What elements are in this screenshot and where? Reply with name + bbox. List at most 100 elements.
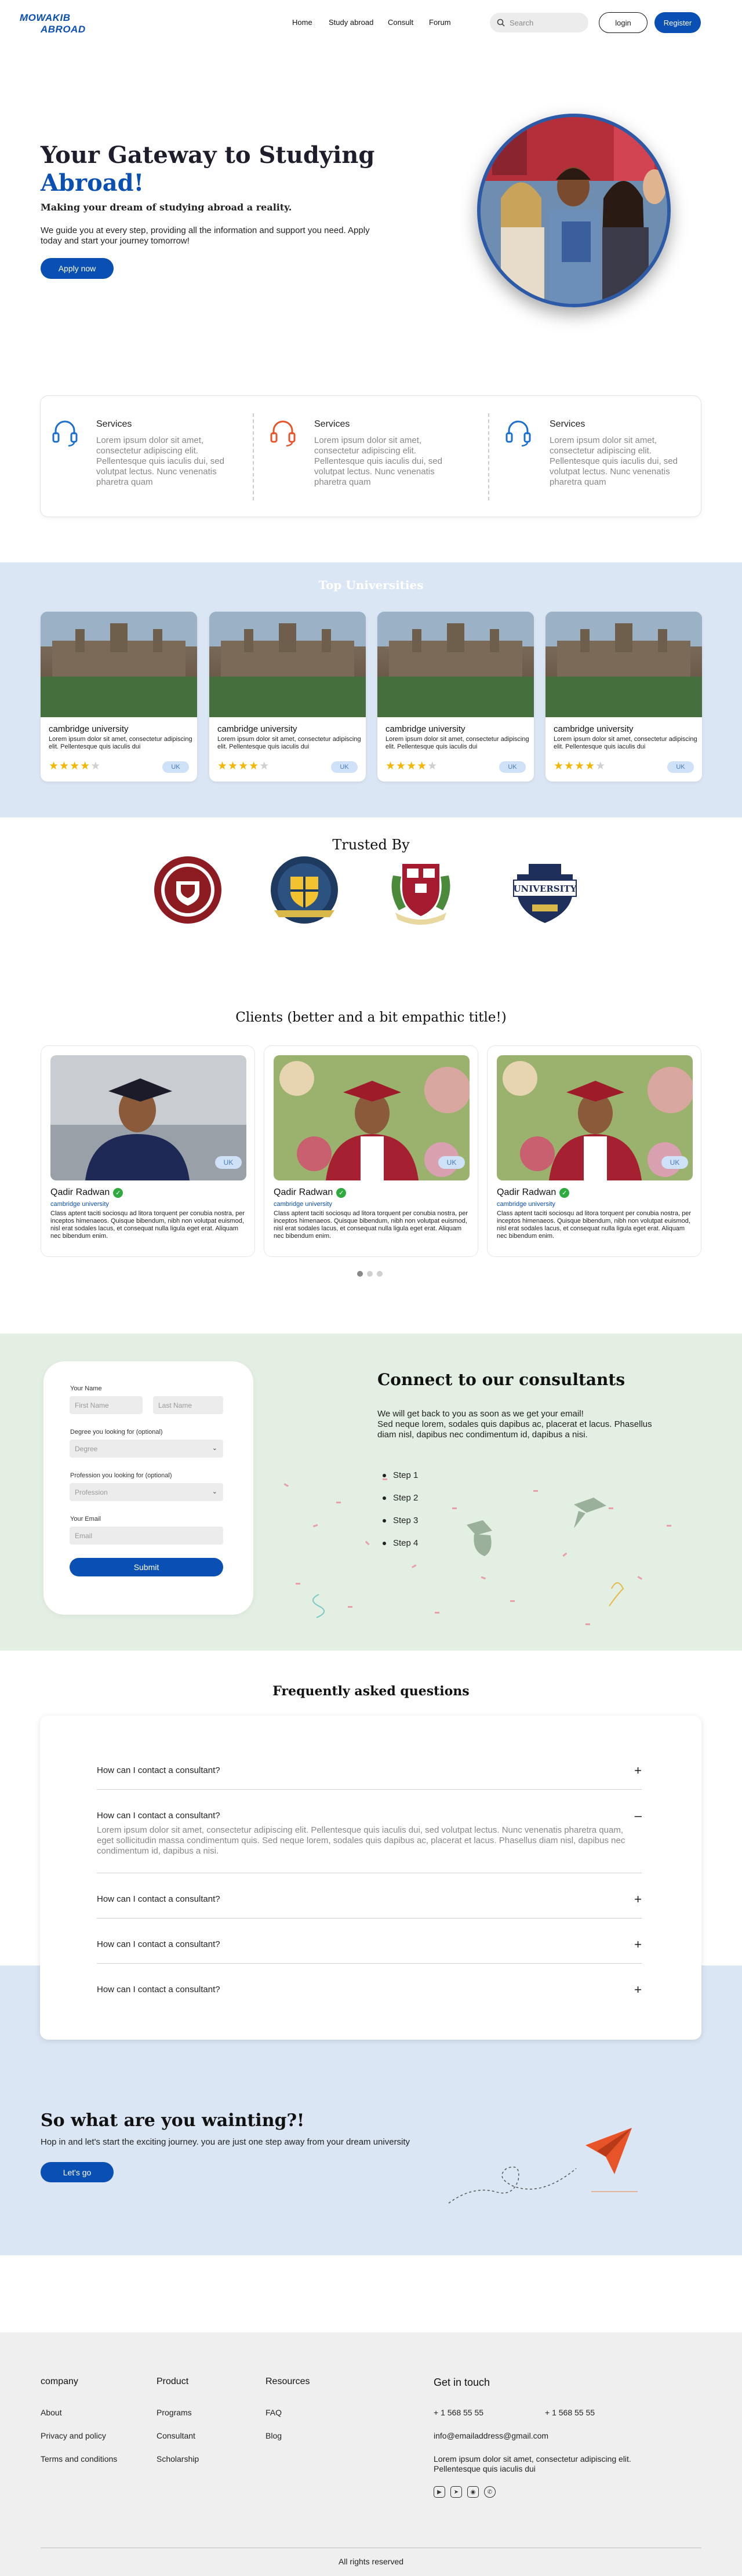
faq-question-text: How can I contact a consultant?: [97, 1985, 220, 1994]
faq-question-text: How can I contact a consultant?: [97, 1939, 220, 1949]
university-crest-logo: UNIVERSITY: [513, 864, 577, 923]
footer-email[interactable]: info@emailaddress@gmail.com: [434, 2431, 548, 2440]
university-name: cambridge university: [217, 724, 297, 734]
email-label: Your Email: [70, 1516, 101, 1523]
hero-title-accent: Abroad!: [41, 169, 144, 197]
footer-heading-product: Product: [157, 2377, 189, 2386]
telegram-icon[interactable]: ➤: [450, 2486, 462, 2498]
client-university[interactable]: cambridge university: [50, 1201, 109, 1208]
consultant-title: Connect to our consultants: [377, 1370, 625, 1389]
faq-question[interactable]: How can I contact a consultant? +: [97, 1892, 642, 1907]
university-description: Lorem ipsum dolor sit amet, consectetur …: [385, 736, 529, 750]
plus-icon[interactable]: +: [634, 1763, 642, 1778]
service-text: Lorem ipsum dolor sit amet, consectetur …: [314, 435, 442, 487]
plus-icon[interactable]: +: [634, 1892, 642, 1907]
star-icon: ★: [238, 760, 249, 772]
star-icon: ★: [595, 760, 606, 772]
star-icon: ★: [396, 760, 407, 772]
nav-home[interactable]: Home: [292, 18, 312, 27]
university-card[interactable]: cambridge university Lorem ipsum dolor si…: [377, 612, 534, 782]
lets-go-button[interactable]: Let's go: [41, 2162, 114, 2182]
university-card[interactable]: cambridge university Lorem ipsum dolor si…: [41, 612, 197, 782]
rating-stars: ★★★★★: [554, 760, 606, 773]
client-university[interactable]: cambridge university: [274, 1201, 332, 1208]
carousel-dot[interactable]: [357, 1271, 363, 1277]
hero-students-image: [477, 114, 671, 307]
university-image: [545, 612, 702, 717]
minus-icon[interactable]: –: [635, 1808, 642, 1823]
last-name-input[interactable]: Last Name: [153, 1396, 223, 1414]
logo-line-2: ABROAD: [41, 24, 86, 35]
university-card[interactable]: cambridge university Lorem ipsum dolor si…: [545, 612, 702, 782]
degree-select[interactable]: Degree ⌄: [70, 1440, 223, 1458]
service-title: Services: [96, 419, 132, 429]
step-item: Step 4: [383, 1538, 418, 1561]
university-name: cambridge university: [49, 724, 129, 734]
email-field[interactable]: Email: [70, 1527, 223, 1545]
footer-link-terms[interactable]: Terms and conditions: [41, 2454, 117, 2464]
nav-study-abroad[interactable]: Study abroad: [329, 18, 373, 27]
whatsapp-icon[interactable]: ✆: [484, 2486, 496, 2498]
copyright: All rights reserved: [338, 2557, 404, 2566]
footer-link-privacy[interactable]: Privacy and policy: [41, 2431, 106, 2440]
star-icon: ★: [427, 760, 438, 772]
youtube-icon[interactable]: ▶: [434, 2486, 445, 2498]
plus-icon[interactable]: +: [634, 1982, 642, 1997]
footer-phone-1: + 1 568 55 55: [434, 2408, 484, 2417]
footer-link-programs[interactable]: Programs: [157, 2408, 192, 2417]
chevron-down-icon: ⌄: [212, 1445, 217, 1452]
footer-link-blog[interactable]: Blog: [265, 2431, 282, 2440]
degree-label: Degree you looking for (optional): [70, 1429, 163, 1436]
carousel-dot[interactable]: [367, 1271, 373, 1277]
consultant-form: Your Name First Name Last Name Degree yo…: [43, 1361, 253, 1615]
star-icon: ★: [80, 760, 91, 772]
university-state-logo: [271, 856, 338, 924]
star-icon: ★: [564, 760, 575, 772]
footer-link-about[interactable]: About: [41, 2408, 62, 2417]
plus-icon[interactable]: +: [634, 1937, 642, 1952]
client-card: UK Qadir Radwan ✓ cambridge university Class…: [41, 1045, 255, 1257]
instagram-icon[interactable]: ◉: [467, 2486, 479, 2498]
country-tag: UK: [215, 1156, 242, 1169]
nav-forum[interactable]: Forum: [429, 18, 451, 27]
faq-question[interactable]: How can I contact a consultant? +: [97, 1937, 642, 1952]
hero-title: Your Gateway to Studying Abroad!: [41, 141, 374, 197]
carousel-dot[interactable]: [377, 1271, 383, 1277]
degree-value: Degree: [75, 1444, 98, 1453]
services-divider: [488, 413, 489, 500]
register-button[interactable]: Register: [654, 12, 701, 33]
login-button[interactable]: login: [599, 12, 648, 33]
submit-button[interactable]: Submit: [70, 1558, 223, 1576]
search-input[interactable]: Search: [490, 13, 588, 32]
site-logo[interactable]: MOWAKIB ABROAD: [20, 12, 86, 35]
step-item: Step 2: [383, 1493, 418, 1516]
footer-link-scholarship[interactable]: Scholarship: [157, 2454, 199, 2464]
headset-icon: [52, 420, 78, 447]
faq-question[interactable]: How can I contact a consultant? –: [97, 1808, 642, 1823]
client-testimonial: Class aptent taciti sociosqu ad litora t…: [497, 1210, 692, 1240]
star-icon: ★: [249, 760, 260, 772]
faq-question[interactable]: How can I contact a consultant? +: [97, 1982, 642, 1997]
nav-consult[interactable]: Consult: [388, 18, 413, 27]
verified-check-icon: ✓: [336, 1187, 347, 1198]
star-icon: ★: [417, 760, 428, 772]
university-description: Lorem ipsum dolor sit amet, consectetur …: [217, 736, 361, 750]
trusted-by-title: Trusted By: [332, 837, 410, 853]
hero-description: We guide you at every step, providing al…: [41, 226, 370, 246]
university-image: [41, 612, 197, 717]
first-name-input[interactable]: First Name: [70, 1396, 143, 1414]
footer-heading-resources: Resources: [265, 2377, 310, 2386]
footer-link-consultant[interactable]: Consultant: [157, 2431, 195, 2440]
apply-now-button[interactable]: Apply now: [41, 258, 114, 279]
star-icon: ★: [49, 760, 60, 772]
footer-link-faq[interactable]: FAQ: [265, 2408, 282, 2417]
faq-question[interactable]: How can I contact a consultant? +: [97, 1763, 642, 1778]
country-tag: UK: [661, 1156, 688, 1169]
client-university[interactable]: cambridge university: [497, 1201, 555, 1208]
carousel-dots: [357, 1271, 383, 1277]
university-card[interactable]: cambridge university Lorem ipsum dolor si…: [209, 612, 366, 782]
star-icon: ★: [259, 760, 270, 772]
services-divider: [253, 413, 254, 500]
profession-select[interactable]: Profession ⌄: [70, 1483, 223, 1501]
search-placeholder: Search: [510, 18, 534, 27]
